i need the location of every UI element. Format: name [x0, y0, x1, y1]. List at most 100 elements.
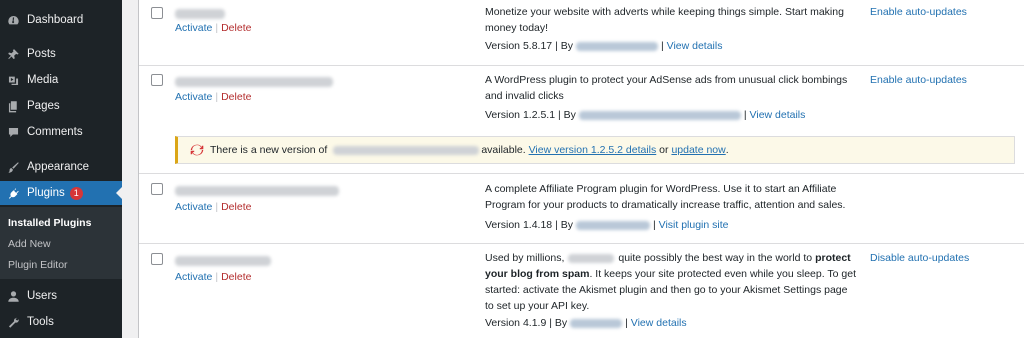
sidebar-item-appearance[interactable]: Appearance: [0, 155, 122, 179]
row-actions: Activate | Delete: [175, 201, 251, 213]
media-icon: [6, 73, 20, 87]
update-now-link[interactable]: update now: [671, 144, 725, 156]
sidebar-item-media[interactable]: Media: [0, 68, 122, 92]
sidebar-item-label: Media: [27, 74, 59, 86]
plugins-submenu: Installed Plugins Add New Plugin Editor: [0, 207, 122, 279]
main-content: Activate | Delete Monetize your website wi…: [122, 0, 1024, 338]
update-count-badge: 1: [69, 186, 83, 200]
auto-updates-link[interactable]: Enable auto-updates: [870, 74, 967, 86]
brush-icon: [6, 160, 20, 174]
submenu-plugin-editor[interactable]: Plugin Editor: [8, 259, 68, 271]
sidebar-item-label: Tools: [27, 316, 54, 328]
table-row: Activate | Delete A complete Affiliate Pro…: [139, 174, 1024, 244]
plugin-meta: Version 1.2.5.1 | By | View details: [485, 109, 805, 121]
meta-separator: |: [660, 40, 664, 52]
author-link-redacted[interactable]: [575, 220, 650, 230]
author-link-redacted[interactable]: [575, 41, 658, 51]
sidebar-item-label: Users: [27, 290, 58, 302]
plugin-checkbox[interactable]: [151, 183, 163, 195]
redacted-text: [568, 253, 615, 263]
row-actions: Activate | Delete: [175, 271, 251, 283]
plugin-checkbox[interactable]: [151, 253, 163, 265]
delete-link[interactable]: Delete: [221, 91, 251, 103]
delete-link[interactable]: Delete: [221, 271, 251, 283]
plugin-meta: Version 5.8.17 | By | View details: [485, 40, 722, 52]
sidebar-item-label: Comments: [27, 126, 83, 138]
auto-updates-link[interactable]: Disable auto-updates: [870, 252, 969, 264]
plugin-name-redacted: [175, 256, 271, 266]
table-row: Activate | Delete Used by millions, quite p…: [139, 244, 1024, 338]
plug-icon: [6, 186, 20, 200]
sidebar-item-posts[interactable]: Posts: [0, 42, 122, 66]
plugin-version: Version 5.8.17: [485, 40, 553, 52]
submenu-installed-plugins[interactable]: Installed Plugins: [8, 217, 91, 229]
notice-or: or: [659, 144, 669, 156]
view-version-details-link[interactable]: View version 1.2.5.2 details: [529, 144, 657, 156]
comment-icon: [6, 125, 20, 139]
sidebar-item-label: Posts: [27, 48, 56, 60]
plugin-name-redacted: [175, 186, 339, 196]
notice-prefix: There is a new version of: [210, 144, 328, 156]
row-actions: Activate | Delete: [175, 22, 251, 34]
meta-separator: |: [652, 219, 656, 231]
plugin-name-redacted: [333, 145, 480, 155]
desc-prefix: Used by millions,: [485, 252, 565, 264]
plugin-version: Version 1.4.18: [485, 219, 553, 231]
auto-updates-link[interactable]: Enable auto-updates: [870, 6, 967, 18]
sidebar-item-pages[interactable]: Pages: [0, 94, 122, 118]
sidebar-item-label: Plugins: [27, 187, 65, 199]
sidebar-item-plugins[interactable]: Plugins 1: [0, 181, 122, 205]
dashboard-icon: [6, 13, 20, 27]
view-details-link[interactable]: View details: [667, 40, 723, 52]
plugin-by: | By: [557, 109, 576, 121]
action-separator: |: [215, 22, 219, 34]
plugin-by: | By: [555, 40, 573, 52]
delete-link[interactable]: Delete: [221, 201, 251, 213]
action-separator: |: [215, 201, 219, 213]
delete-link[interactable]: Delete: [221, 22, 251, 34]
sidebar-item-label: Pages: [27, 100, 60, 112]
meta-separator: |: [625, 317, 628, 329]
plugin-description: A complete Affiliate Program plugin for …: [485, 183, 846, 211]
sidebar-item-tools[interactable]: Tools: [0, 310, 122, 334]
desc-mid: quite possibly the best way in the world…: [618, 252, 813, 264]
sidebar-item-comments[interactable]: Comments: [0, 120, 122, 144]
pushpin-icon: [6, 47, 20, 61]
notice-available: available.: [481, 144, 526, 156]
sidebar-item-users[interactable]: Users: [0, 284, 122, 308]
sidebar-item-label: Dashboard: [27, 14, 84, 26]
plugin-version: Version 1.2.5.1: [485, 109, 556, 121]
author-link-redacted[interactable]: [570, 318, 623, 328]
plugin-description: Monetize your website with adverts while…: [485, 6, 844, 34]
plugin-description: A WordPress plugin to protect your AdSen…: [485, 74, 848, 102]
plugin-name-redacted: [175, 9, 225, 19]
plugin-version: Version 4.1.9: [485, 317, 547, 329]
submenu-add-new[interactable]: Add New: [8, 238, 51, 250]
plugin-checkbox[interactable]: [151, 7, 163, 19]
sidebar-item-dashboard[interactable]: Dashboard: [0, 8, 122, 32]
sidebar-item-label: Appearance: [27, 161, 90, 173]
plugins-table: Activate | Delete Monetize your website wi…: [138, 0, 1024, 338]
pages-icon: [6, 99, 20, 113]
plugin-description: Used by millions, quite possibly the best…: [485, 250, 857, 314]
activate-link[interactable]: Activate: [175, 91, 212, 103]
plugin-name-redacted: [175, 77, 333, 87]
plugin-checkbox[interactable]: [151, 74, 163, 86]
activate-link[interactable]: Activate: [175, 271, 212, 283]
activate-link[interactable]: Activate: [175, 201, 212, 213]
author-link-redacted[interactable]: [578, 110, 741, 120]
meta-separator: |: [743, 109, 747, 121]
plugin-meta: Version 4.1.9 | By | View details: [485, 317, 687, 329]
action-separator: |: [215, 271, 219, 283]
visit-plugin-site-link[interactable]: Visit plugin site: [659, 219, 729, 231]
action-separator: |: [215, 91, 219, 103]
plugin-meta: Version 1.4.18 | By | Visit plugin site: [485, 219, 728, 231]
view-details-link[interactable]: View details: [750, 109, 806, 121]
activate-link[interactable]: Activate: [175, 22, 212, 34]
plugin-by: | By: [555, 219, 573, 231]
view-details-link[interactable]: View details: [631, 317, 687, 329]
wrench-icon: [6, 315, 20, 329]
update-notice: There is a new version of available. Vie…: [175, 136, 1015, 164]
row-actions: Activate | Delete: [175, 91, 251, 103]
user-icon: [6, 289, 20, 303]
